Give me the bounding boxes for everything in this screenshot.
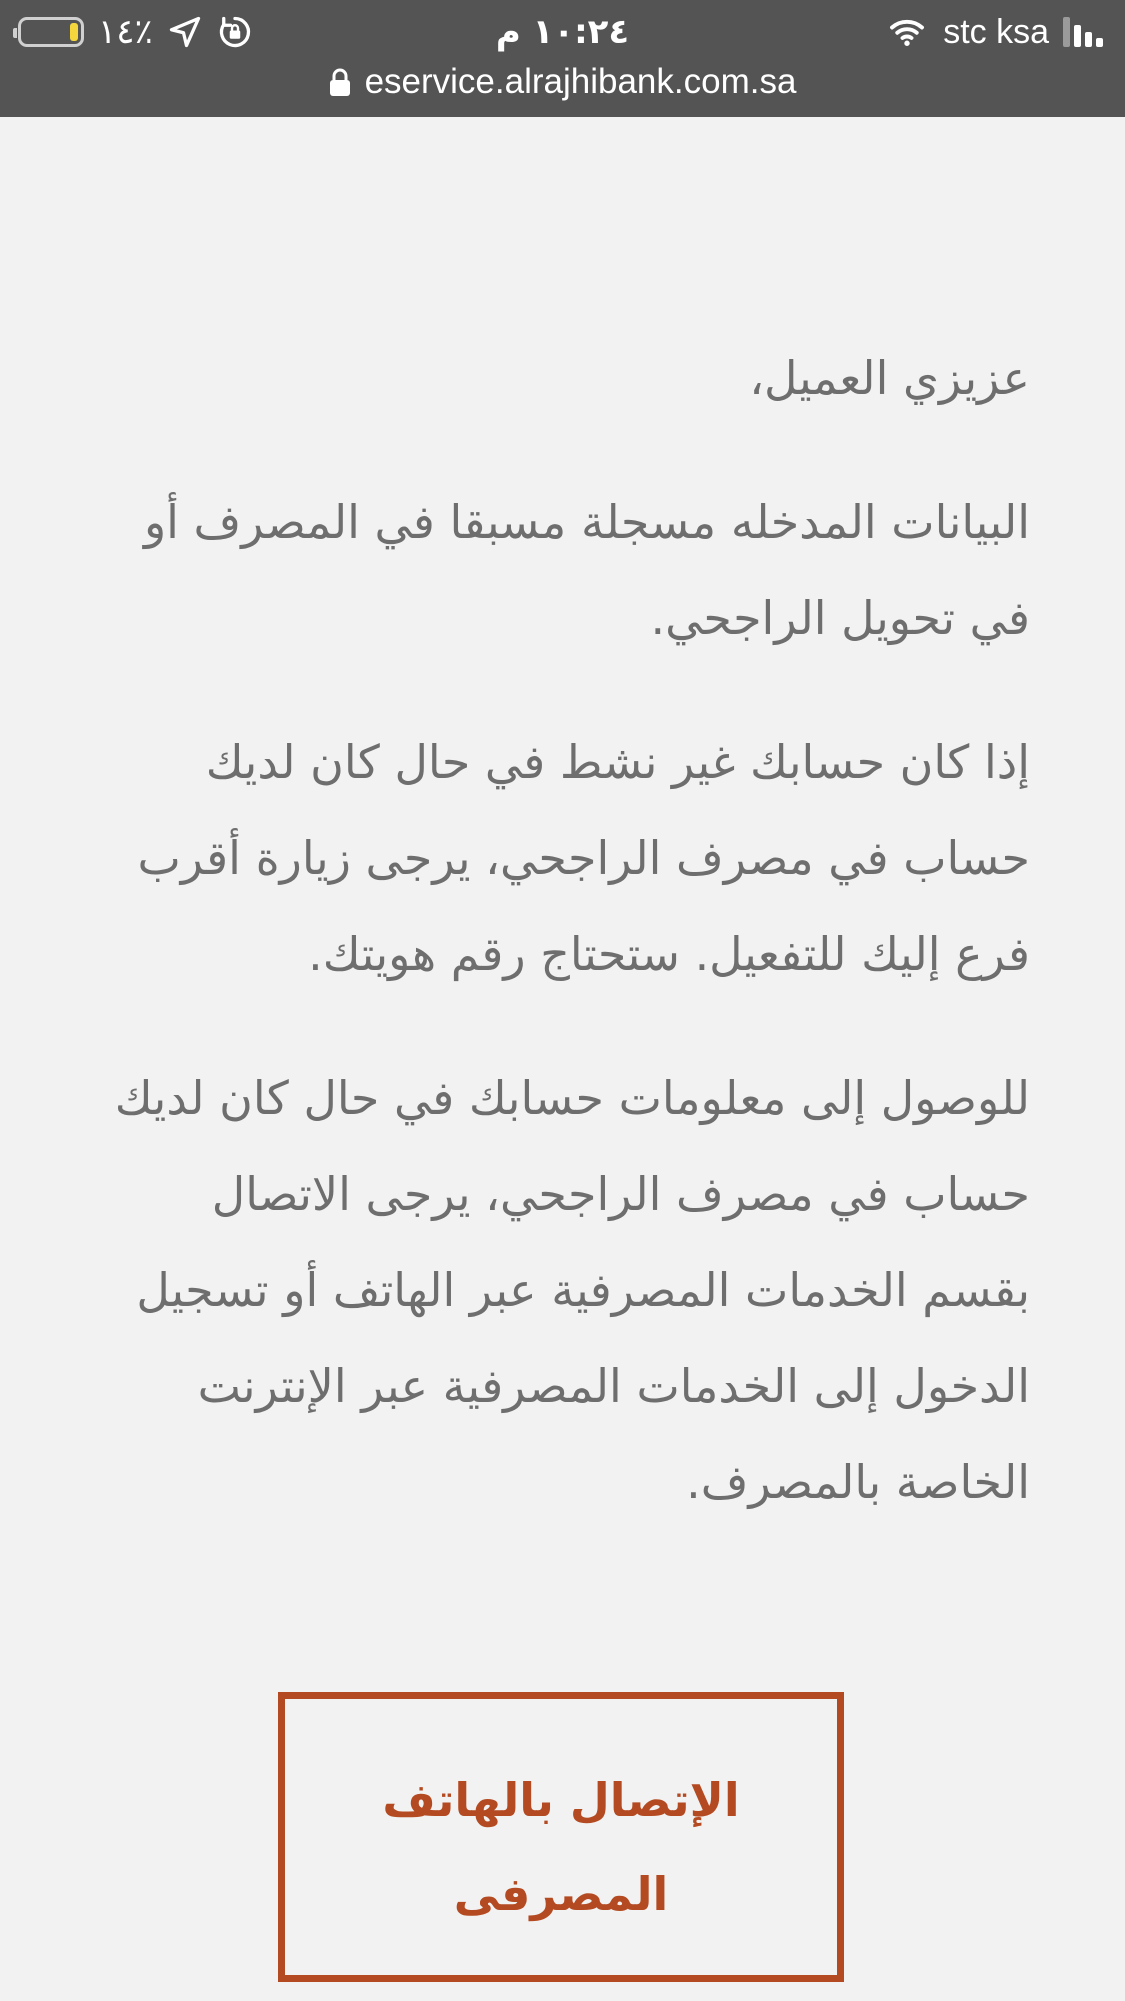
- paragraph-inactive-account: إذا كان حسابك غير نشط في حال كان لديك حس…: [137, 735, 1031, 981]
- phone-banking-button[interactable]: الإتصال بالهاتف المصرفى: [278, 1692, 844, 1982]
- address-bar[interactable]: eservice.alrajhibank.com.sa: [0, 58, 1125, 106]
- phone-banking-label: الإتصال بالهاتف المصرفى: [382, 1773, 740, 1921]
- message-content: عزيزي العميل، البيانات المدخله مسجلة مسب…: [105, 330, 1030, 1578]
- status-bar: ٪١٤ ١٠:٢٤ م stc ksa eservice.alrajhibank…: [0, 0, 1125, 117]
- signal-bar: [1096, 38, 1103, 47]
- location-arrow-icon: [169, 16, 200, 48]
- status-row: ٪١٤ ١٠:٢٤ م stc ksa: [0, 8, 1125, 56]
- battery-fill: [70, 23, 78, 41]
- greeting: عزيزي العميل،: [749, 351, 1030, 405]
- status-left: ٪١٤: [13, 8, 253, 56]
- wifi-icon: [890, 19, 925, 46]
- signal-bar: [1085, 32, 1092, 47]
- battery-icon: [13, 17, 84, 47]
- signal-bar: [1063, 17, 1070, 47]
- orientation-lock-icon: [219, 16, 250, 48]
- carrier-name: stc ksa: [943, 12, 1049, 51]
- url-text[interactable]: eservice.alrajhibank.com.sa: [365, 62, 797, 102]
- signal-icon: [1063, 17, 1103, 47]
- battery-tip: [13, 28, 17, 38]
- battery-percent: ٪١٤: [98, 12, 153, 52]
- signal-bar: [1074, 25, 1081, 47]
- paragraph-account-info: للوصول إلى معلومات حسابك في حال كان لديك…: [114, 1071, 1030, 1509]
- lock-icon: [329, 68, 350, 96]
- paragraph-registered-data: البيانات المدخله مسجلة مسبقا في المصرف أ…: [143, 495, 1030, 645]
- status-right: stc ksa: [885, 8, 1103, 56]
